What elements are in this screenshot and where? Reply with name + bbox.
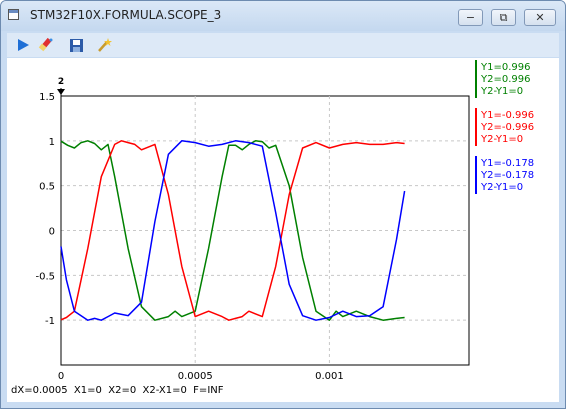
save-icon bbox=[69, 38, 83, 52]
y-tick-label: -0.5 bbox=[35, 271, 55, 282]
restore-button[interactable]: ⧉ bbox=[491, 9, 516, 26]
run-button[interactable] bbox=[14, 36, 32, 54]
save-button[interactable] bbox=[67, 36, 85, 54]
y-tick-label: -1 bbox=[45, 316, 55, 327]
cursor-label: 2 bbox=[58, 77, 64, 87]
play-icon bbox=[18, 39, 29, 51]
readout-block: Y1=-0.178 Y2=-0.178 Y2-Y1=0 bbox=[481, 158, 534, 194]
auto-scale-button[interactable] bbox=[95, 36, 113, 54]
scope-client-area: 0 0.0005 0.001 1.5 1 0.5 0 -0.5 -1 2 Y1=0.996 Y2=0… bbox=[7, 58, 559, 402]
minimize-icon: − bbox=[465, 11, 476, 24]
readout-value: Y2=0.996 bbox=[481, 74, 531, 85]
y-tick-label: 0.5 bbox=[39, 182, 55, 193]
readout-value: Y1=-0.178 bbox=[481, 158, 535, 169]
x-tick-label: 0.001 bbox=[315, 371, 344, 382]
magic-wand-icon bbox=[98, 38, 112, 52]
cursor-marker-icon bbox=[57, 89, 65, 95]
readout-block: Y1=-0.996 Y2=-0.996 Y2-Y1=0 bbox=[481, 110, 534, 146]
readout-value: Y1=-0.996 bbox=[481, 110, 535, 121]
readout-value: Y2=-0.178 bbox=[481, 170, 535, 181]
x-tick-label: 0 bbox=[58, 371, 64, 382]
status-line: dX=0.0005 X1=0 X2=0 X2-X1=0 F=INF bbox=[11, 385, 224, 396]
close-icon: ✕ bbox=[535, 11, 545, 24]
y-tick-label: 1.5 bbox=[39, 92, 55, 103]
y-tick-label: 1 bbox=[49, 137, 55, 148]
minimize-button[interactable]: − bbox=[458, 9, 483, 26]
readout-block: Y1=0.996 Y2=0.996 Y2-Y1=0 bbox=[481, 62, 530, 98]
readout-value: Y2-Y1=0 bbox=[481, 86, 524, 97]
restore-icon: ⧉ bbox=[499, 10, 508, 24]
x-tick-label: 0.0005 bbox=[178, 371, 213, 382]
window-title: STM32F10X.FORMULA.SCOPE_3 bbox=[30, 8, 222, 22]
app-window-icon bbox=[8, 9, 19, 20]
readout-value: Y1=0.996 bbox=[481, 62, 531, 73]
readout-value: Y2-Y1=0 bbox=[481, 134, 524, 145]
erase-icon bbox=[38, 37, 53, 52]
y-tick-label: 0 bbox=[49, 227, 55, 238]
scope-window: STM32F10X.FORMULA.SCOPE_3 − ⧉ ✕ 0 0.0005… bbox=[0, 0, 566, 409]
scope-plot[interactable]: 0 0.0005 0.001 1.5 1 0.5 0 -0.5 -1 2 bbox=[7, 58, 477, 383]
readout-value: Y2=-0.996 bbox=[481, 122, 535, 133]
readout-value: Y2-Y1=0 bbox=[481, 182, 524, 193]
title-bar[interactable]: STM32F10X.FORMULA.SCOPE_3 − ⧉ ✕ bbox=[1, 1, 565, 31]
clear-button[interactable] bbox=[37, 36, 55, 54]
toolbar bbox=[7, 33, 559, 57]
readout-color-bar bbox=[475, 108, 477, 146]
close-button[interactable]: ✕ bbox=[524, 9, 556, 26]
readout-color-bar bbox=[475, 156, 477, 194]
readout-color-bar bbox=[475, 60, 477, 98]
